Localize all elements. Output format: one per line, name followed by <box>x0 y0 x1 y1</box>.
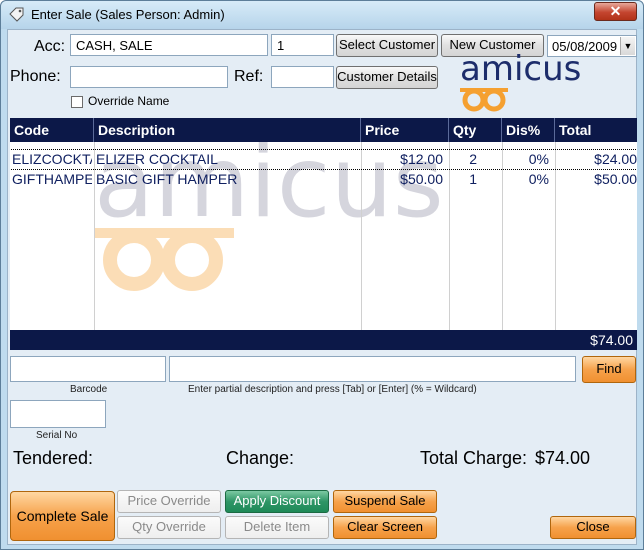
account-name-field[interactable]: CASH, SALE <box>70 34 268 56</box>
cell-total: $50.00 <box>594 171 637 187</box>
column-header-code[interactable]: Code <box>10 118 94 142</box>
ref-label: Ref: <box>234 68 264 85</box>
serial-number-input[interactable] <box>10 400 106 428</box>
complete-sale-button[interactable]: Complete Sale <box>10 491 115 541</box>
customer-details-button[interactable]: Customer Details <box>336 66 438 89</box>
enter-sale-window: Enter Sale (Sales Person: Admin) ✕ Acc: … <box>0 0 644 550</box>
description-search-caption: Enter partial description and press [Tab… <box>188 384 477 395</box>
cell-qty: 1 <box>469 171 477 187</box>
find-button[interactable]: Find <box>582 356 636 383</box>
logo-text: amicus <box>460 54 581 89</box>
cell-code: GIFTHAMPEI <box>12 171 92 187</box>
delete-item-button[interactable]: Delete Item <box>225 516 329 539</box>
close-button[interactable]: Close <box>550 516 636 539</box>
barcode-caption: Barcode <box>70 384 108 395</box>
grid-grand-total: $74.00 <box>590 332 633 348</box>
barcode-input[interactable] <box>10 356 166 382</box>
account-number-field[interactable]: 1 <box>271 34 334 56</box>
cell-price: $50.00 <box>400 171 443 187</box>
total-charge-value: $74.00 <box>535 448 591 468</box>
grid-header: Code Description Price Qty Dis% Total <box>10 118 637 142</box>
cell-qty: 2 <box>469 151 477 167</box>
qty-override-button[interactable]: Qty Override <box>117 516 221 539</box>
serial-number-caption: Serial No <box>36 430 78 441</box>
tag-icon <box>9 7 24 22</box>
grid-total-bar: $74.00 <box>10 330 637 350</box>
table-row[interactable]: GIFTHAMPEI BASIC GIFT HAMPER $50.00 1 0%… <box>10 170 637 189</box>
sale-form: Acc: CASH, SALE 1 Select Customer New Cu… <box>7 29 637 545</box>
suspend-sale-button[interactable]: Suspend Sale <box>333 490 437 513</box>
column-header-total[interactable]: Total <box>555 118 637 142</box>
cell-price: $12.00 <box>400 151 443 167</box>
amicus-logo: amicus <box>460 54 581 112</box>
change-label: Change: <box>226 448 295 468</box>
cell-code: ELIZCOCKTA <box>12 151 92 167</box>
cell-description: ELIZER COCKTAIL <box>96 151 218 167</box>
column-header-discount[interactable]: Dis% <box>502 118 555 142</box>
ref-field[interactable] <box>271 66 334 88</box>
cell-discount: 0% <box>528 151 549 167</box>
column-header-price[interactable]: Price <box>361 118 449 142</box>
select-customer-button[interactable]: Select Customer <box>336 34 438 57</box>
table-row[interactable]: ELIZCOCKTA ELIZER COCKTAIL $12.00 2 0% $… <box>10 149 637 170</box>
apply-discount-button[interactable]: Apply Discount <box>225 490 329 513</box>
cell-discount: 0% <box>528 171 549 187</box>
phone-label: Phone: <box>10 68 61 85</box>
dropdown-arrow-icon[interactable]: ▼ <box>620 37 635 55</box>
sale-date-value: 05/08/2009 <box>552 39 618 54</box>
clear-screen-button[interactable]: Clear Screen <box>333 516 437 539</box>
window-title: Enter Sale (Sales Person: Admin) <box>31 7 225 22</box>
column-header-description[interactable]: Description <box>94 118 361 142</box>
override-name-label: Override Name <box>88 94 170 108</box>
cell-description: BASIC GIFT HAMPER <box>96 171 238 187</box>
title-bar[interactable]: Enter Sale (Sales Person: Admin) ✕ <box>1 1 643 29</box>
acc-label: Acc: <box>34 38 66 55</box>
sale-items-grid[interactable]: amicus Code Description Price Qty Dis% T… <box>10 118 637 350</box>
description-search-input[interactable] <box>169 356 576 382</box>
cell-total: $24.00 <box>594 151 637 167</box>
override-name-checkbox[interactable] <box>71 96 83 108</box>
tendered-label: Tendered: <box>13 448 94 468</box>
column-header-qty[interactable]: Qty <box>449 118 502 142</box>
window-close-button[interactable]: ✕ <box>594 2 637 21</box>
total-charge-label: Total Charge: <box>420 448 528 468</box>
phone-field[interactable] <box>70 66 228 88</box>
price-override-button[interactable]: Price Override <box>117 490 221 513</box>
